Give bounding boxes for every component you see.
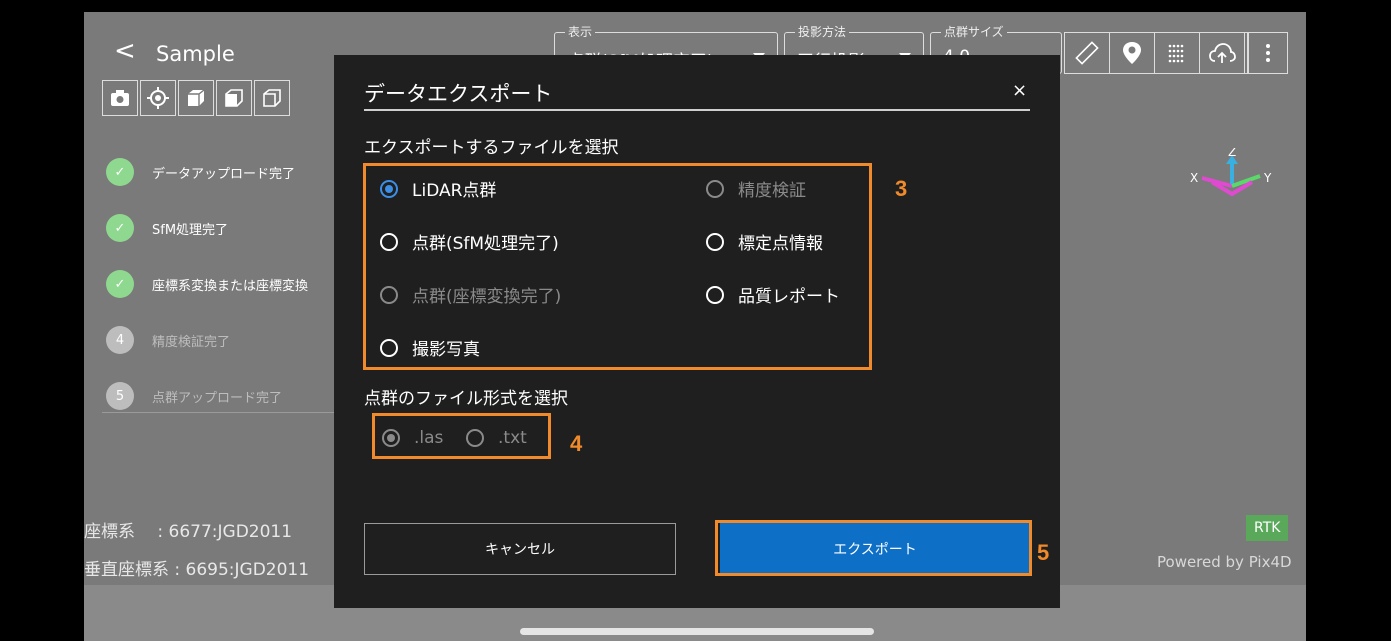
select-files-label: エクスポートするファイルを選択 <box>364 138 619 158</box>
cloud-upload-icon[interactable] <box>1200 33 1245 73</box>
coordinate-system: 座標系 : 6677:JGD2011 <box>84 522 293 542</box>
map-pin-icon[interactable] <box>1110 33 1155 73</box>
step-number-badge: 4 <box>106 326 134 354</box>
step-item: 5 点群アップロード完了 <box>106 368 366 424</box>
powered-by-label: Powered by Pix4D <box>1157 553 1292 571</box>
step-label: 点群アップロード完了 <box>152 390 283 406</box>
step-number-badge: 5 <box>106 382 134 410</box>
axis-x-label: X <box>1190 171 1198 185</box>
cube-side-icon[interactable] <box>254 80 290 116</box>
page-title: Sample <box>156 42 235 66</box>
highlight-file-options <box>363 163 872 370</box>
axis-y-label: Y <box>1263 171 1272 185</box>
step-label: 精度検証完了 <box>152 334 231 350</box>
axis-z-label: Z <box>1228 148 1236 159</box>
close-icon[interactable]: × <box>1012 80 1027 101</box>
display-label: 表示 <box>565 23 596 40</box>
annotation-number-5: 5 <box>1037 540 1050 565</box>
grid-icon[interactable] <box>1155 33 1200 73</box>
divider <box>102 412 350 413</box>
home-indicator <box>520 628 874 635</box>
step-label: 座標系変換または座標変換 <box>152 278 309 294</box>
highlight-format-options <box>372 413 551 459</box>
divider <box>364 109 1030 111</box>
step-item: 4 精度検証完了 <box>106 312 366 368</box>
point-size-label: 点群サイズ <box>941 23 1007 40</box>
annotation-number-4: 4 <box>570 431 583 456</box>
rtk-badge: RTK <box>1246 515 1289 541</box>
view-toolbar <box>102 80 292 116</box>
select-format-label: 点群のファイル形式を選択 <box>364 389 568 409</box>
highlight-export-button <box>715 520 1032 576</box>
more-vertical-icon <box>1249 33 1287 73</box>
step-label: SfM処理完了 <box>152 222 229 238</box>
step-item: ✓ 座標系変換または座標変換 <box>106 256 366 312</box>
more-menu-button[interactable] <box>1248 32 1288 74</box>
cancel-button[interactable]: キャンセル <box>364 523 676 575</box>
status-bar <box>84 0 1306 12</box>
progress-steps: ✓ データアップロード完了 ✓ SfM処理完了 ✓ 座標系変換または座標変換 4… <box>106 144 366 424</box>
vertical-coordinate-system: 垂直座標系 : 6695:JGD2011 <box>84 560 310 580</box>
check-icon: ✓ <box>106 214 134 242</box>
cube-front-icon[interactable] <box>216 80 252 116</box>
target-icon[interactable] <box>140 80 176 116</box>
step-item: ✓ SfM処理完了 <box>106 200 366 256</box>
projection-label: 投影方法 <box>795 23 850 40</box>
check-icon: ✓ <box>106 158 134 186</box>
back-button[interactable]: < <box>114 38 136 64</box>
camera-icon[interactable] <box>102 80 138 116</box>
step-item: ✓ データアップロード完了 <box>106 144 366 200</box>
dialog-title: データエクスポート <box>364 82 553 106</box>
cube-icon[interactable] <box>178 80 214 116</box>
axis-gizmo: Z X Y <box>1190 148 1272 197</box>
tool-group <box>1064 32 1248 74</box>
annotation-number-3: 3 <box>895 176 908 201</box>
ruler-icon[interactable] <box>1065 33 1110 73</box>
step-label: データアップロード完了 <box>152 166 296 182</box>
check-icon: ✓ <box>106 270 134 298</box>
